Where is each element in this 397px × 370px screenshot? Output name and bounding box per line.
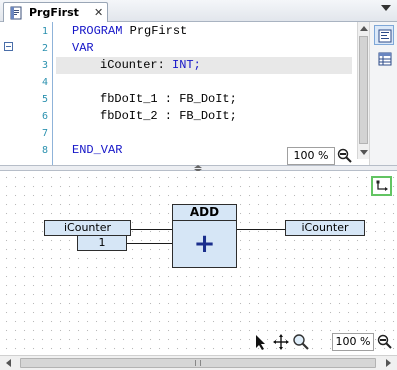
scrollbar-thumb[interactable] — [359, 36, 368, 144]
var-icounter: iCounter: — [100, 58, 165, 72]
connection-mode-button[interactable] — [371, 176, 392, 196]
program-document-icon — [10, 6, 22, 20]
code-line-2[interactable]: VAR — [56, 40, 356, 57]
wire-input-2 — [127, 243, 172, 244]
output-variable-box[interactable]: iCounter — [285, 220, 365, 236]
tab-title: PrgFirst — [29, 6, 79, 19]
scroll-left-icon[interactable] — [6, 359, 11, 367]
scroll-down-icon[interactable] — [360, 150, 368, 155]
close-icon[interactable]: ✕ — [94, 6, 103, 19]
scroll-up-icon[interactable] — [360, 26, 368, 31]
zoom-magnifier-icon[interactable] — [377, 334, 393, 350]
view-toolbar — [369, 22, 397, 165]
input-constant-box[interactable]: 1 — [77, 235, 127, 251]
tabular-view-icon — [378, 52, 392, 66]
tabular-view-button[interactable] — [374, 48, 394, 68]
plus-icon: + — [193, 229, 216, 259]
chevron-down-icon[interactable] — [381, 5, 391, 11]
declaration-editor[interactable]: 1 2 3 4 5 6 7 8 PROGRAM PrgFirst VAR iCo… — [0, 22, 397, 165]
textual-view-icon — [378, 29, 392, 43]
block-title: ADD — [189, 205, 220, 219]
line-number: 6 — [41, 111, 48, 122]
var-fbdoit-1: fbDoIt_1 : FB_DoIt; — [100, 92, 237, 106]
splitter-up-icon[interactable] — [194, 165, 202, 168]
block-divider — [173, 220, 236, 221]
keyword-end-var: END_VAR — [72, 143, 123, 157]
fbd-horizontal-scrollbar[interactable] — [0, 355, 397, 370]
code-line-3[interactable]: iCounter: INT; — [56, 57, 352, 74]
line-numbers: 1 2 3 4 5 6 7 8 — [26, 22, 48, 159]
fbd-zoom-field[interactable]: 100 % — [332, 333, 374, 351]
gutter-separator — [52, 22, 53, 165]
scrollbar-thumb[interactable] — [20, 358, 376, 368]
scroll-right-icon[interactable] — [386, 359, 391, 367]
wire-output — [237, 229, 285, 230]
line-gutter: 1 2 3 4 5 6 7 8 — [0, 22, 52, 165]
line-number: 4 — [41, 77, 48, 88]
code-line-5[interactable]: fbDoIt_1 : FB_DoIt; — [56, 91, 356, 108]
pan-cross-icon[interactable] — [272, 333, 290, 351]
add-function-block[interactable]: ADD + — [172, 204, 237, 268]
line-number: 3 — [41, 60, 48, 71]
line-number: 8 — [41, 145, 48, 156]
line-number: 1 — [41, 26, 48, 37]
declaration-zoom-field[interactable]: 100 % — [287, 147, 335, 165]
code-line-6[interactable]: fbDoIt_2 : FB_DoIt; — [56, 108, 356, 125]
program-name: PrgFirst — [122, 24, 188, 38]
connection-mode-icon — [376, 180, 388, 191]
pointer-arrow-icon[interactable] — [252, 333, 270, 351]
textual-view-button[interactable] — [374, 25, 394, 45]
line-number: 5 — [41, 94, 48, 105]
wire-input-1 — [131, 229, 172, 230]
scrollbar-grip — [195, 360, 201, 366]
editor-tab-strip: PrgFirst ✕ — [0, 0, 397, 23]
collapse-icon[interactable] — [4, 42, 13, 51]
keyword-var: VAR — [72, 41, 94, 55]
input-variable-box[interactable]: iCounter — [44, 220, 131, 236]
magnifier-icon[interactable] — [292, 333, 310, 351]
line-number: 2 — [41, 43, 48, 54]
tab-prgfirst[interactable]: PrgFirst ✕ — [3, 2, 108, 23]
zoom-magnifier-icon[interactable] — [337, 148, 353, 164]
line-number: 7 — [41, 128, 48, 139]
code-line-7[interactable] — [56, 125, 356, 142]
declaration-vertical-scrollbar[interactable] — [357, 22, 369, 159]
type-int: INT; — [164, 58, 201, 72]
var-fbdoit-2: fbDoIt_2 : FB_DoIt; — [100, 109, 237, 123]
code-line-1[interactable]: PROGRAM PrgFirst — [56, 23, 356, 40]
keyword-program: PROGRAM — [72, 24, 123, 38]
fbd-canvas[interactable]: iCounter 1 ADD + iCounter 100 % — [0, 171, 397, 355]
code-area[interactable]: PROGRAM PrgFirst VAR iCounter: INT; fbDo… — [56, 23, 356, 159]
code-line-4[interactable] — [56, 74, 356, 91]
